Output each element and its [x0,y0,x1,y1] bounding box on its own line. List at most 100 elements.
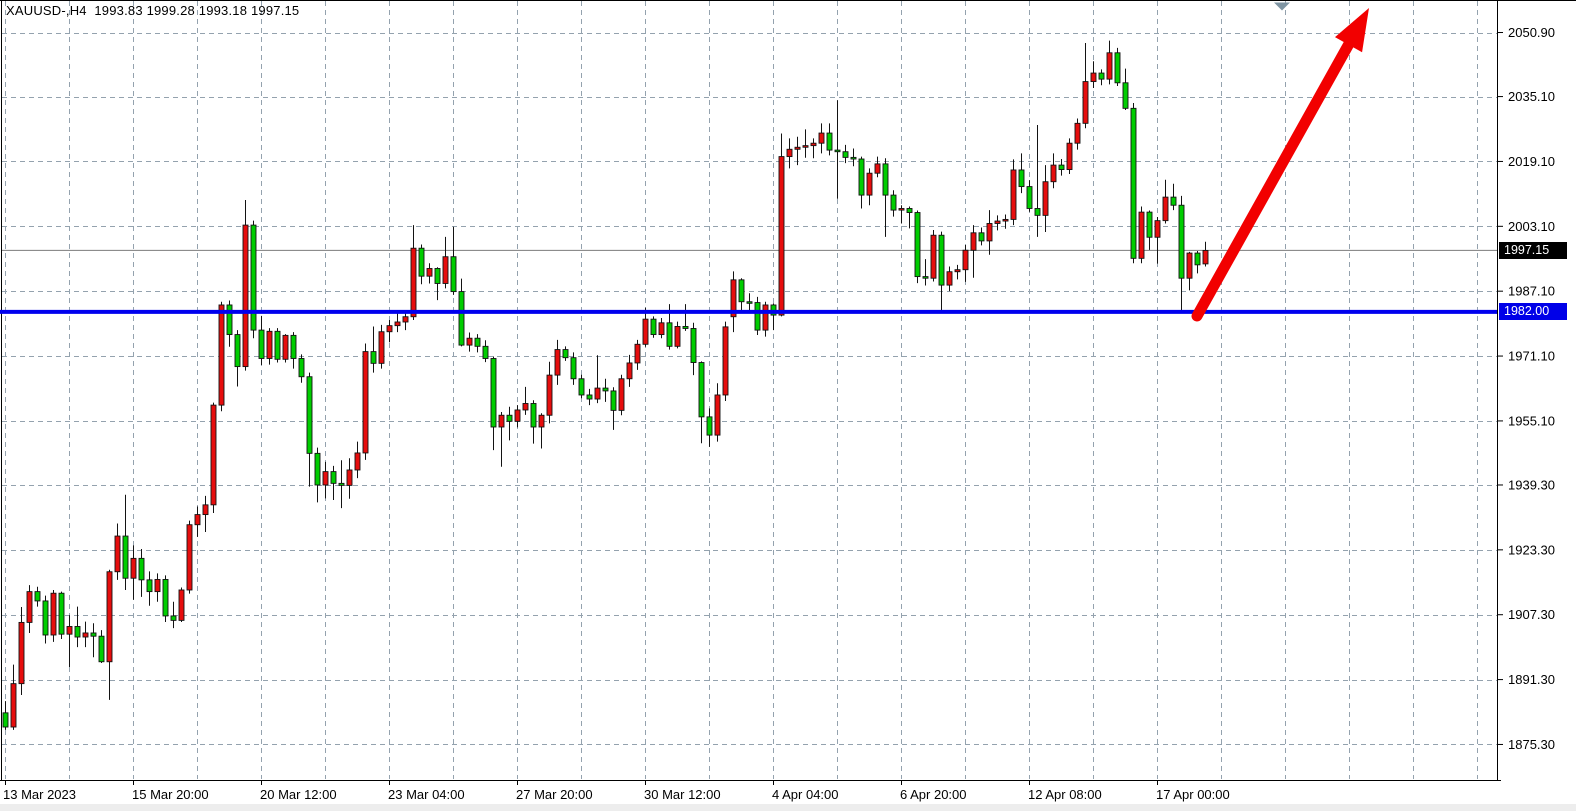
bullish-candle [395,322,400,326]
price-tick-label: 1955.10 [1508,413,1555,428]
bearish-candle [235,335,240,367]
bearish-candle [979,233,984,241]
bullish-candle [675,326,680,346]
bearish-candle [307,377,312,454]
bullish-candle [811,143,816,145]
time-axis[interactable]: 13 Mar 202315 Mar 20:0020 Mar 12:0023 Ma… [3,780,1230,802]
bullish-candle [107,572,112,662]
bullish-candle [971,233,976,250]
bullish-candle [715,395,720,435]
current-price-badge: 1997.15 [1499,242,1567,259]
price-tick-label: 1907.30 [1508,607,1555,622]
bearish-candle [1131,108,1136,258]
bullish-candle [1107,53,1112,79]
bearish-candle [563,350,568,358]
bearish-candle [691,328,696,362]
bearish-candle [491,358,496,427]
bullish-candle [627,363,632,379]
bullish-candle [323,472,328,485]
bearish-candle [1123,83,1128,109]
bullish-candle [515,410,520,421]
bullish-candle [987,223,992,240]
price-tick-label: 2050.90 [1508,25,1555,40]
bearish-candle [459,292,464,346]
bullish-candle [267,331,272,358]
bearish-candle [163,579,168,615]
bullish-candle [763,305,768,330]
bearish-candle [1059,165,1064,169]
bearish-candle [259,330,264,358]
bearish-candle [571,358,576,379]
bearish-candle [667,323,672,347]
bearish-candle [147,580,152,592]
support-price-badge[interactable]: 1982.00 [1499,303,1567,320]
bullish-candle [179,590,184,620]
bearish-candle [43,601,48,635]
bearish-candle [531,403,536,427]
bullish-candle [211,405,216,505]
bullish-candle [1163,197,1168,221]
bearish-candle [891,195,896,210]
bullish-candle [219,305,224,405]
price-tick-label: 2035.10 [1508,89,1555,104]
bullish-candle [1067,143,1072,169]
bullish-candle [83,633,88,637]
bullish-candle [1051,165,1056,182]
bullish-candle [411,248,416,317]
bearish-candle [707,417,712,435]
bearish-candle [747,302,752,304]
price-tick-label: 1939.30 [1508,477,1555,492]
bearish-candle [907,208,912,212]
window-bottom-edge [0,804,1576,811]
bearish-candle [651,319,656,334]
bullish-candle [819,133,824,143]
bearish-candle [859,159,864,195]
bearish-candle [139,558,144,579]
bearish-candle [851,157,856,159]
bullish-candle [1075,123,1080,143]
bullish-candle [779,157,784,316]
price-chart-canvas[interactable]: 2050.902035.102019.102003.101987.101971.… [0,0,1576,811]
bearish-candle [1027,187,1032,209]
bullish-candle [203,505,208,515]
bullish-candle [1187,253,1192,278]
bearish-candle [331,472,336,484]
bullish-candle [963,250,968,269]
bearish-candle [1179,205,1184,278]
bearish-candle [755,303,760,331]
bullish-candle [51,593,56,635]
bearish-candle [611,391,616,410]
bearish-candle [587,395,592,399]
bearish-candle [739,280,744,302]
time-tick-label: 15 Mar 20:00 [132,787,209,802]
plot-area[interactable] [0,0,1576,781]
time-tick-label: 6 Apr 20:00 [900,787,967,802]
bullish-candle [555,350,560,376]
time-tick-label: 30 Mar 12:00 [644,787,721,802]
bullish-candle [1011,170,1016,219]
bullish-candle [955,270,960,272]
bullish-candle [403,317,408,322]
bearish-candle [1115,53,1120,83]
bearish-candle [1171,197,1176,205]
bullish-candle [795,147,800,149]
bullish-candle [155,579,160,591]
bullish-candle [539,415,544,427]
bullish-candle [659,323,664,335]
bearish-candle [123,536,128,578]
bearish-candle [827,133,832,150]
bearish-candle [35,592,40,601]
bearish-candle [1147,212,1152,237]
price-tick-label: 2003.10 [1508,219,1555,234]
bullish-candle [1155,221,1160,238]
bearish-candle [251,225,256,330]
chart-title-ohlc: XAUUSD-,H4 1993.83 1999.28 1993.18 1997.… [6,3,299,18]
bearish-candle [579,379,584,395]
bearish-candle [339,483,344,485]
bullish-candle [195,515,200,525]
bullish-candle [1203,250,1208,263]
bearish-candle [3,713,8,727]
bearish-candle [171,616,176,620]
bullish-candle [499,415,504,427]
bullish-candle [1083,82,1088,124]
